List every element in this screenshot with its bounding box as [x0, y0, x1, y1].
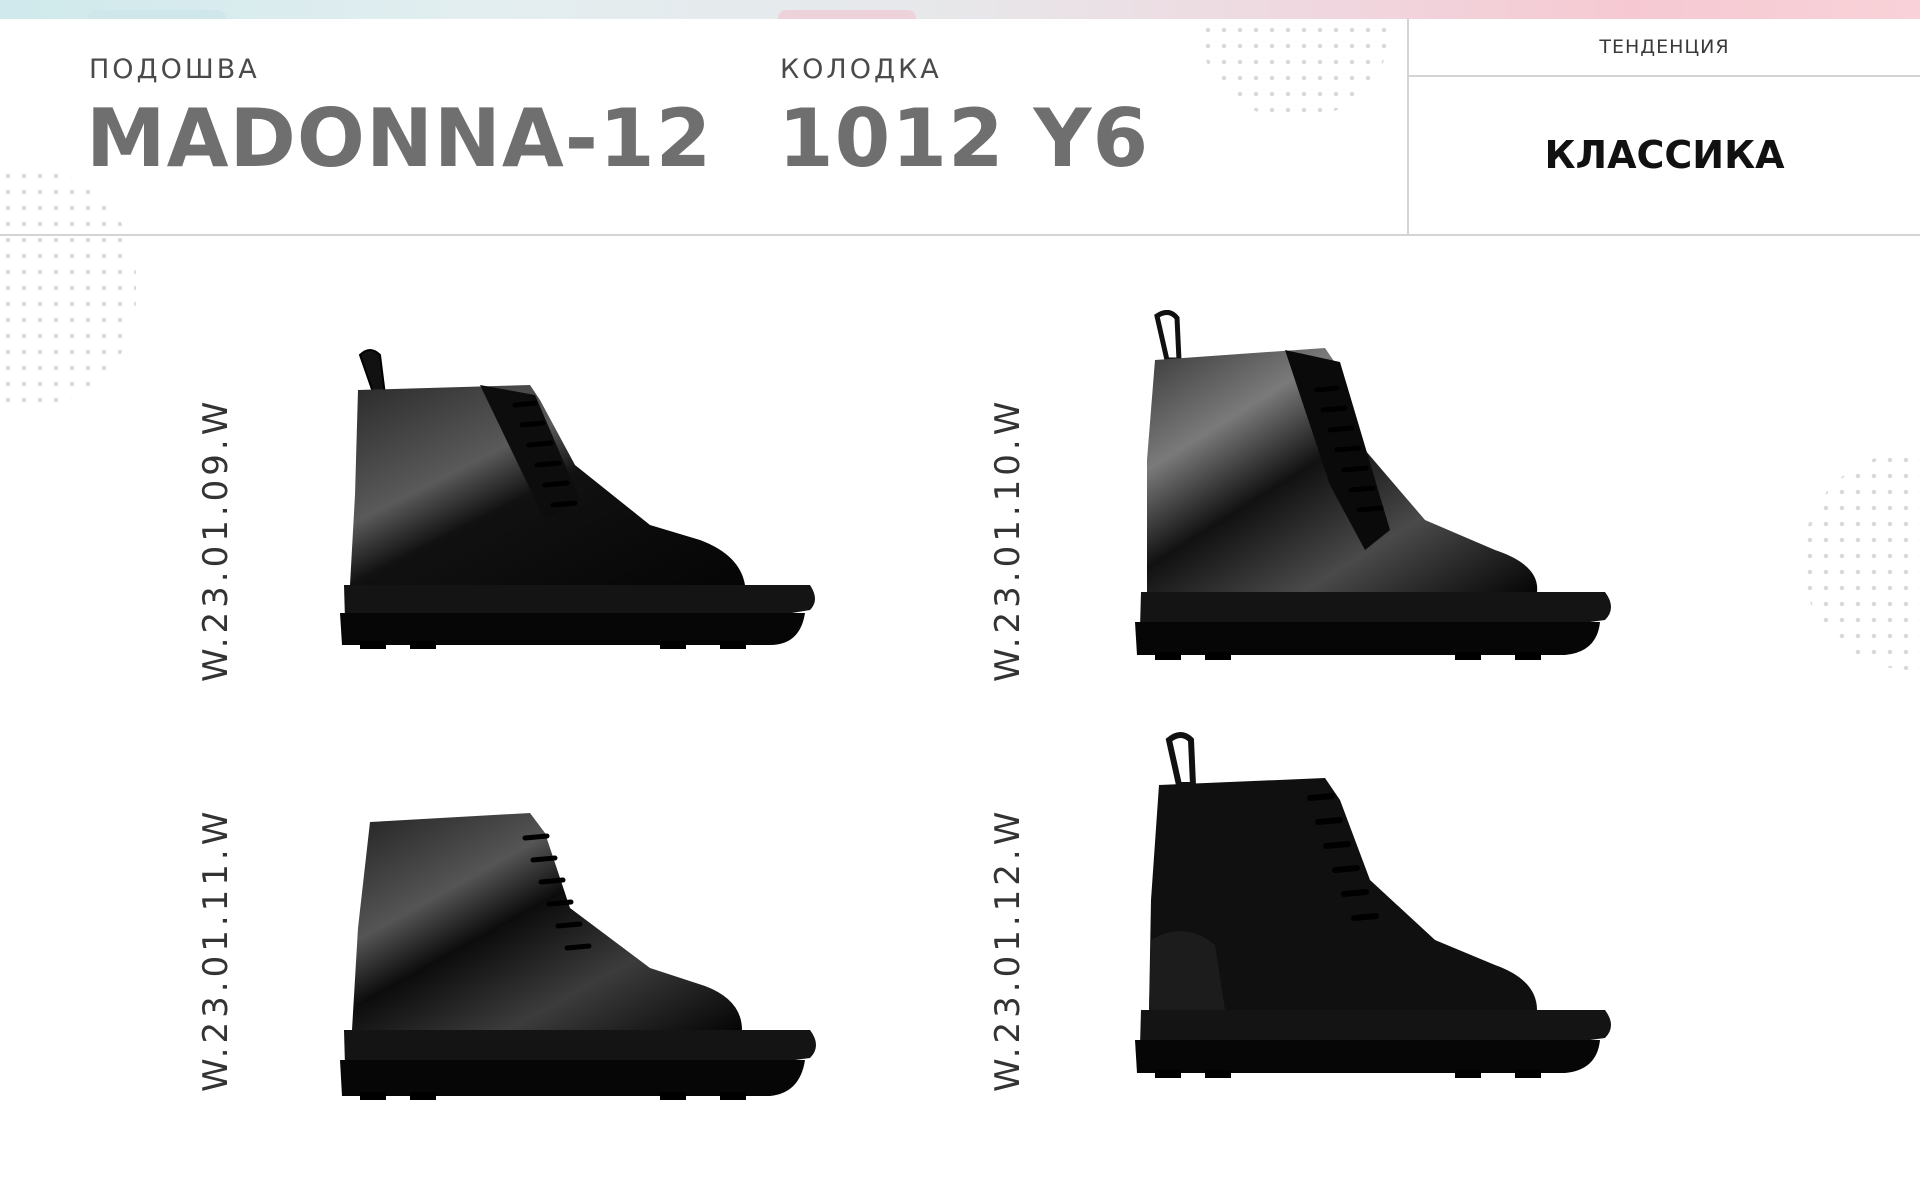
boot-image-1 — [340, 349, 815, 649]
last-value: 1012 Y6 — [778, 92, 1150, 185]
boot-image-2 — [1135, 310, 1611, 660]
dot-pattern-right — [1802, 452, 1920, 670]
article-number-1: W.23.01.09.W — [196, 397, 236, 682]
catalog-page: ПОДОШВА MADONNA-12 КОЛОДКА 1012 Y6 ТЕНДЕ… — [0, 0, 1920, 1200]
article-number-2: W.23.01.10.W — [988, 397, 1028, 682]
article-number-3: W.23.01.11.W — [196, 807, 236, 1092]
sole-value: MADONNA-12 — [86, 92, 713, 185]
header-divider-line — [0, 234, 1920, 236]
boot-image-3 — [340, 813, 816, 1100]
trend-label: ТЕНДЕНЦИЯ — [1599, 36, 1730, 58]
trend-value: КЛАССИКА — [1544, 133, 1785, 177]
top-gradient-ribbon — [0, 0, 1920, 19]
trend-separator-line — [1409, 75, 1920, 77]
boot-image-4 — [1135, 732, 1611, 1078]
last-label: КОЛОДКА — [780, 54, 942, 85]
sole-label: ПОДОШВА — [89, 54, 260, 85]
article-number-4: W.23.01.12.W — [988, 807, 1028, 1092]
